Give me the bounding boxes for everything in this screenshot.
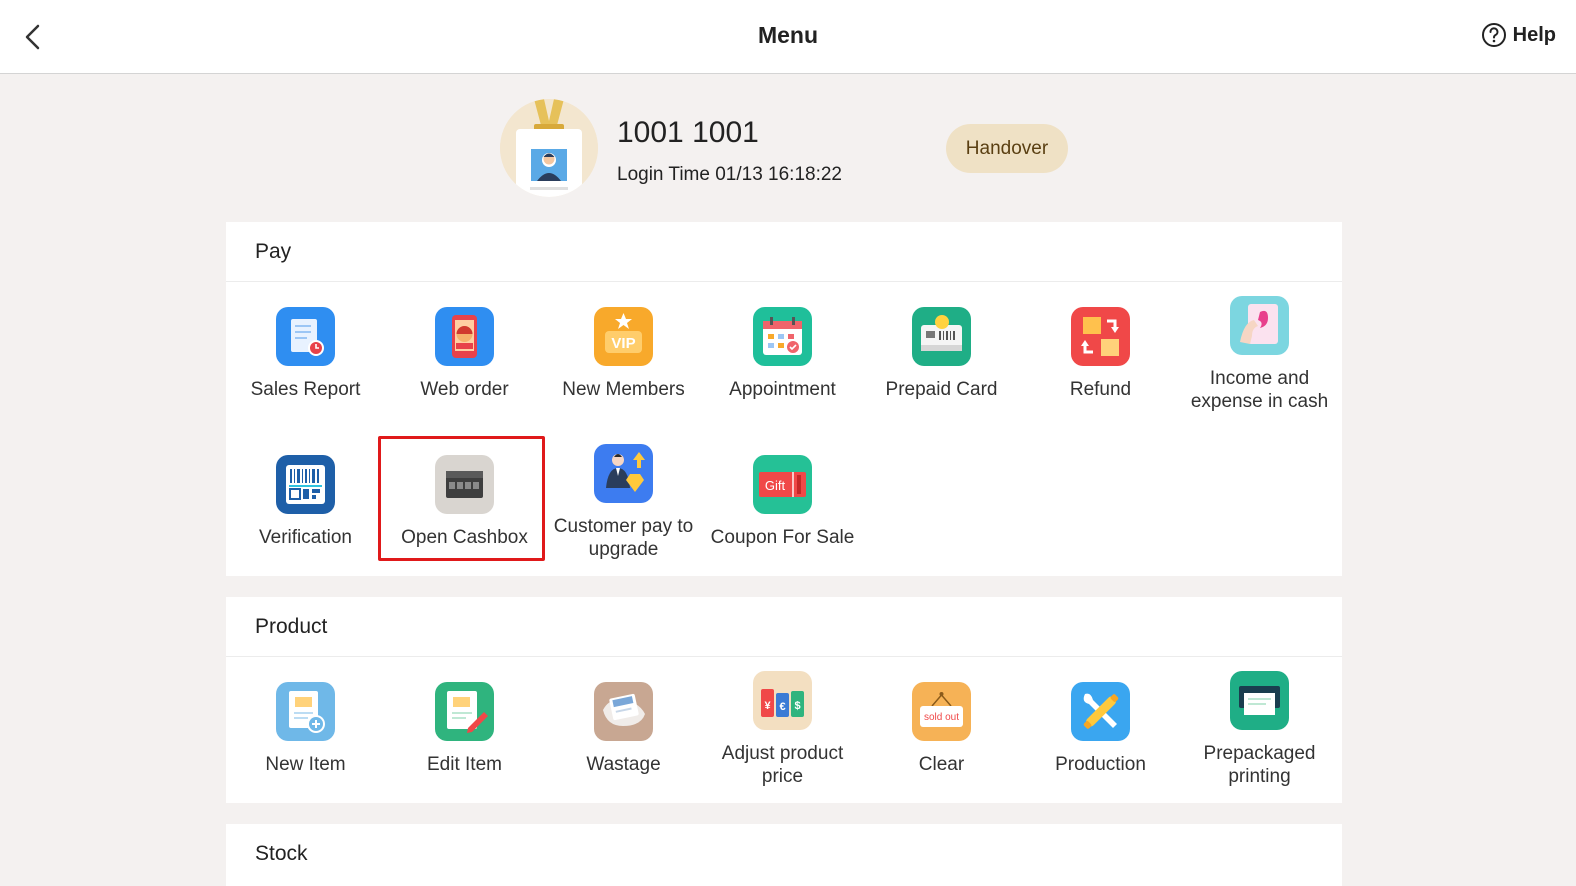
section-title: Stock xyxy=(255,842,308,865)
stock-section-header: Stock xyxy=(226,824,1342,883)
new-item-icon xyxy=(276,682,335,741)
menu-item-clear[interactable]: sold out Clear xyxy=(862,657,1021,797)
help-icon xyxy=(1481,23,1506,47)
menu-item-label: Wastage xyxy=(586,754,661,775)
refund-icon xyxy=(1071,307,1130,366)
menu-item-new-members[interactable]: VIP New Members xyxy=(544,282,703,422)
stock-section: Stock xyxy=(226,824,1342,886)
svg-text:$: $ xyxy=(794,700,800,712)
edit-item-icon xyxy=(435,682,494,741)
login-time: Login Time 01/13 16:18:22 xyxy=(617,164,843,185)
menu-item-label: Customer pay to upgrade xyxy=(553,516,694,560)
menu-item-label: Web order xyxy=(420,379,509,400)
sales-report-icon xyxy=(276,307,335,366)
menu-item-prepaid-card[interactable]: Prepaid Card xyxy=(862,282,1021,422)
menu-item-label: Coupon For Sale xyxy=(710,527,855,548)
menu-item-verification[interactable]: Verification xyxy=(226,430,385,570)
menu-item-edit-item[interactable]: Edit Item xyxy=(385,657,544,797)
menu-item-refund[interactable]: Refund xyxy=(1021,282,1180,422)
section-title: Pay xyxy=(255,240,292,263)
sold-out-icon: sold out xyxy=(912,682,971,741)
menu-item-label: Income and expense in cash xyxy=(1190,368,1329,412)
menu-item-income-expense[interactable]: Income and expense in cash xyxy=(1180,282,1339,422)
pay-section-header: Pay xyxy=(226,222,1342,282)
barcode-icon xyxy=(276,455,335,514)
upgrade-icon xyxy=(594,444,653,503)
menu-item-label: Edit Item xyxy=(427,754,502,775)
menu-item-customer-upgrade[interactable]: Customer pay to upgrade xyxy=(544,430,703,570)
vip-icon: VIP xyxy=(594,307,653,366)
menu-item-label: Clear xyxy=(918,754,965,775)
help-button[interactable]: Help xyxy=(1481,22,1556,48)
menu-item-label: Production xyxy=(1055,754,1146,775)
menu-item-label: Refund xyxy=(1069,379,1132,400)
printer-icon xyxy=(1230,671,1289,730)
menu-item-sales-report[interactable]: Sales Report xyxy=(226,282,385,422)
handover-button[interactable]: Handover xyxy=(946,124,1068,173)
cash-hand-icon xyxy=(1230,296,1289,355)
gift-text: Gift xyxy=(765,478,786,493)
menu-item-web-order[interactable]: Web order xyxy=(385,282,544,422)
section-title: Product xyxy=(255,615,328,638)
menu-item-new-item[interactable]: New Item xyxy=(226,657,385,797)
menu-item-adjust-price[interactable]: ¥ € $ Adjust product price xyxy=(703,657,862,797)
cashbox-icon xyxy=(435,455,494,514)
menu-item-prepackaged-printing[interactable]: Prepackaged printing xyxy=(1180,657,1339,797)
gift-coupon-icon: Gift xyxy=(753,455,812,514)
menu-item-label: Sales Report xyxy=(250,379,361,400)
menu-item-appointment[interactable]: Appointment xyxy=(703,282,862,422)
svg-text:€: € xyxy=(779,701,785,713)
wastage-icon xyxy=(594,682,653,741)
web-order-icon xyxy=(435,307,494,366)
menu-item-label: Prepackaged printing xyxy=(1203,743,1316,787)
help-label: Help xyxy=(1512,23,1556,46)
svg-text:¥: ¥ xyxy=(764,700,771,712)
menu-item-wastage[interactable]: Wastage xyxy=(544,657,703,797)
menu-item-coupon-for-sale[interactable]: Gift Coupon For Sale xyxy=(703,430,862,570)
menu-item-production[interactable]: Production xyxy=(1021,657,1180,797)
menu-item-open-cashbox[interactable]: Open Cashbox xyxy=(385,430,544,570)
menu-item-label: Adjust product price xyxy=(721,743,844,787)
avatar xyxy=(500,99,598,197)
sold-out-text: sold out xyxy=(924,712,959,723)
calendar-icon xyxy=(753,307,812,366)
user-name: 1001 1001 xyxy=(617,116,759,149)
price-tags-icon: ¥ € $ xyxy=(753,671,812,730)
production-icon xyxy=(1071,682,1130,741)
menu-item-label: New Item xyxy=(265,754,346,775)
top-bar: Menu Help xyxy=(0,0,1576,74)
menu-item-label: New Members xyxy=(562,379,685,400)
prepaid-card-icon xyxy=(912,307,971,366)
svg-text:VIP: VIP xyxy=(611,335,635,352)
page-title: Menu xyxy=(757,22,819,48)
pay-section: Pay Sales Report Web order VIP New Membe… xyxy=(226,222,1342,576)
badge-avatar-icon xyxy=(500,99,598,197)
menu-item-label: Verification xyxy=(259,527,352,548)
product-section-header: Product xyxy=(226,597,1342,657)
menu-item-label: Open Cashbox xyxy=(401,527,528,548)
menu-item-label: Appointment xyxy=(729,379,836,400)
menu-item-label: Prepaid Card xyxy=(885,379,998,400)
product-section: Product New Item Edit Item Wastage ¥ € $… xyxy=(226,597,1342,803)
user-area: 1001 1001 Login Time 01/13 16:18:22 Hand… xyxy=(0,74,1576,220)
